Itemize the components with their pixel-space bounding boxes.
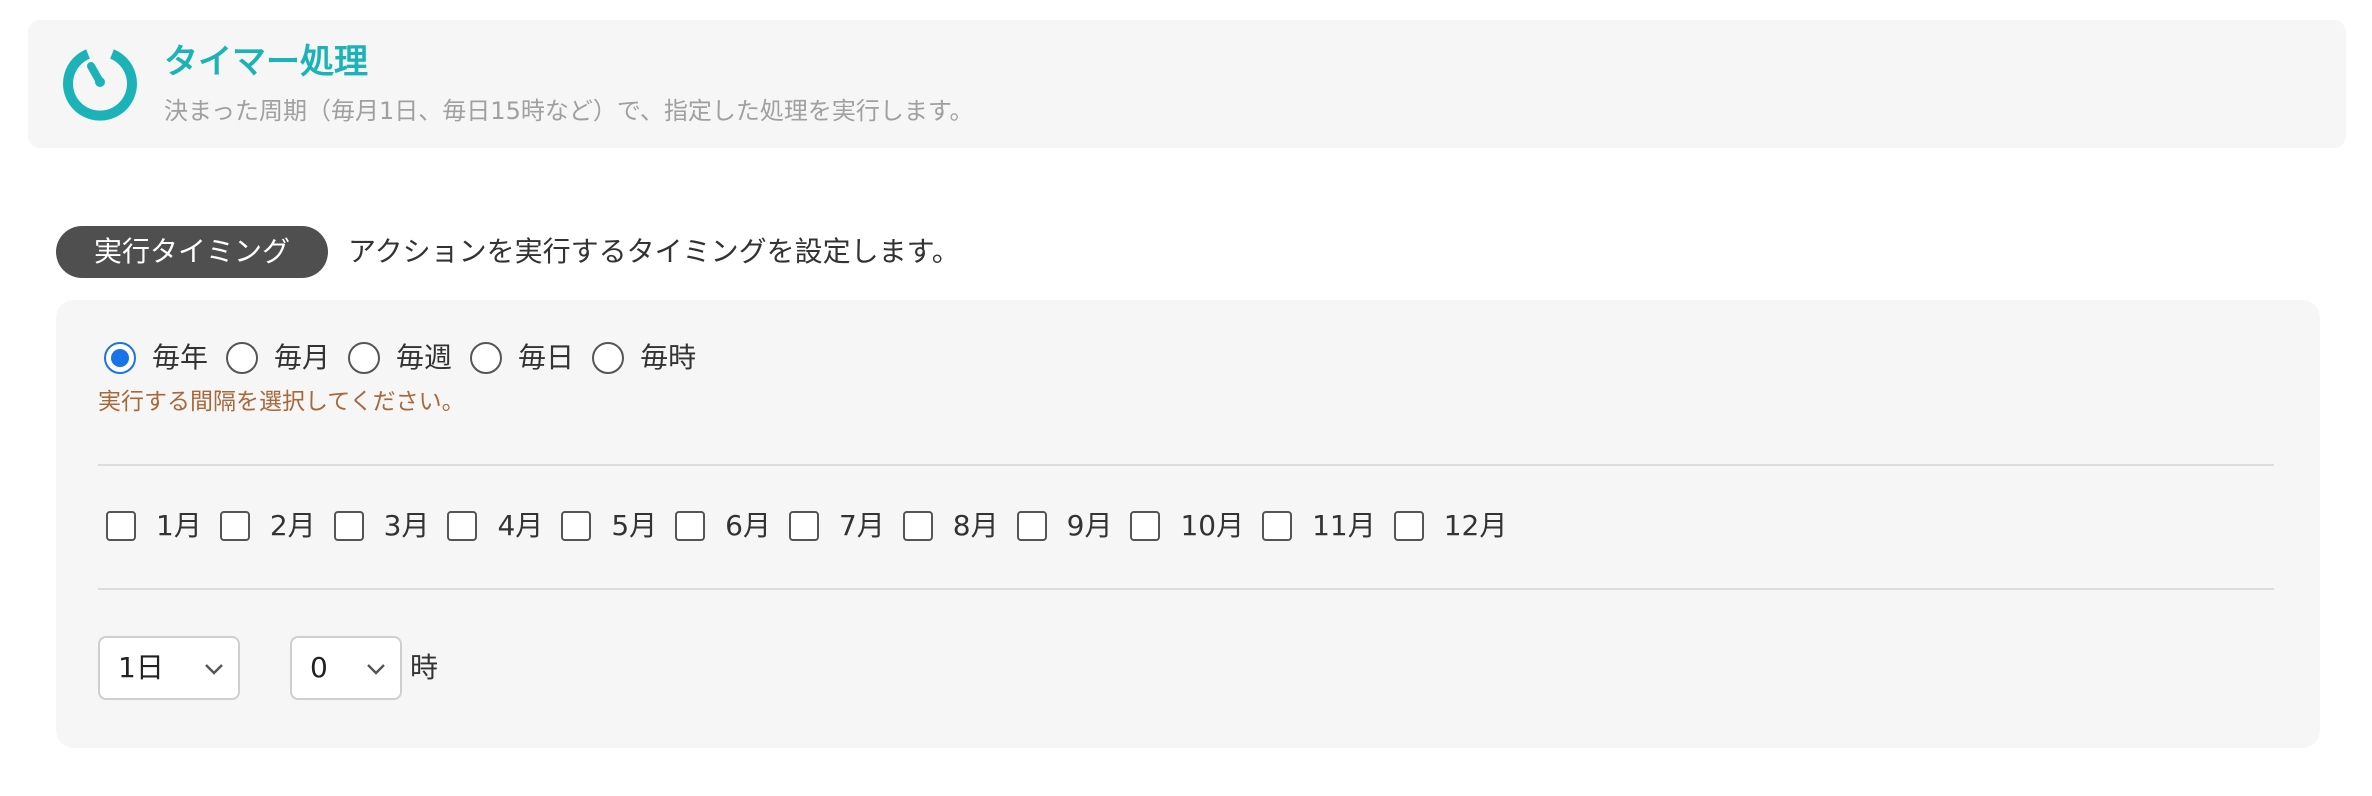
checkbox[interactable] <box>106 511 136 541</box>
checkbox[interactable] <box>902 511 933 541</box>
checkbox[interactable] <box>333 511 364 541</box>
timing-section-badge: 実行タイミング <box>56 226 328 278</box>
radio-button[interactable] <box>592 342 625 374</box>
month-checkbox-3[interactable]: 3月 <box>333 506 430 546</box>
hour-select-value: 0 <box>310 651 328 684</box>
hour-unit-label: 時 <box>410 651 439 684</box>
month-label: 3月 <box>383 509 430 542</box>
timer-icon <box>63 49 137 121</box>
month-checkbox-11[interactable]: 11月 <box>1262 506 1376 546</box>
radio-yearly[interactable]: 毎年 <box>104 338 208 378</box>
month-label: 9月 <box>1066 509 1113 542</box>
month-checkbox-6[interactable]: 6月 <box>675 506 771 546</box>
month-checkbox-2[interactable]: 2月 <box>219 506 316 546</box>
day-select-value: 1日 <box>118 651 164 684</box>
timing-settings-panel: 毎年 毎月 毎週 毎日 毎時 実行する間隔を選択してください。 1月 2月 3月… <box>56 300 2320 748</box>
radio-label-monthly: 毎月 <box>274 341 331 374</box>
radio-label-daily: 毎日 <box>518 341 575 374</box>
checkbox[interactable] <box>1393 511 1424 541</box>
month-label: 11月 <box>1312 509 1376 542</box>
month-checkbox-8[interactable]: 8月 <box>902 506 999 546</box>
radio-button-checked[interactable] <box>104 342 136 374</box>
hour-select[interactable]: 0 <box>290 636 402 700</box>
day-select[interactable]: 1日 <box>98 636 240 700</box>
month-checkbox-9[interactable]: 9月 <box>1016 506 1113 546</box>
header-card: タイマー処理 決まった周期（毎月1日、毎日15時など）で、指定した処理を実行しま… <box>28 20 2346 148</box>
month-checkbox-5[interactable]: 5月 <box>561 506 657 546</box>
month-checkbox-group: 1月 2月 3月 4月 5月 6月 7月 8月 9月 10月 11月 12月 <box>106 506 1525 546</box>
checkbox[interactable] <box>675 511 706 541</box>
divider <box>98 588 2274 590</box>
checkbox[interactable] <box>447 511 478 541</box>
chevron-down-icon <box>205 664 223 675</box>
page-title: タイマー処理 <box>164 42 368 82</box>
radio-hourly[interactable]: 毎時 <box>592 338 696 378</box>
month-label: 8月 <box>952 509 999 542</box>
checkbox[interactable] <box>1130 511 1161 541</box>
month-label: 2月 <box>269 509 316 542</box>
divider <box>98 464 2274 466</box>
radio-button[interactable] <box>226 342 259 374</box>
chevron-down-icon <box>367 664 385 675</box>
timing-section-description: アクションを実行するタイミングを設定します。 <box>348 235 960 268</box>
checkbox[interactable] <box>561 511 592 541</box>
month-label: 10月 <box>1180 509 1245 542</box>
month-label: 4月 <box>497 509 544 542</box>
checkbox[interactable] <box>1262 511 1293 541</box>
month-checkbox-10[interactable]: 10月 <box>1130 506 1244 546</box>
month-checkbox-4[interactable]: 4月 <box>447 506 543 546</box>
radio-monthly[interactable]: 毎月 <box>226 338 330 378</box>
month-label: 6月 <box>725 509 771 542</box>
month-label: 5月 <box>611 509 658 542</box>
radio-button[interactable] <box>470 342 503 374</box>
page-description: 決まった周期（毎月1日、毎日15時など）で、指定した処理を実行します。 <box>164 97 974 125</box>
checkbox[interactable] <box>788 511 819 541</box>
checkbox[interactable] <box>1016 511 1047 541</box>
interval-hint: 実行する間隔を選択してください。 <box>98 389 465 415</box>
radio-button[interactable] <box>348 342 381 374</box>
interval-radio-group: 毎年 毎月 毎週 毎日 毎時 <box>104 338 714 378</box>
month-label: 12月 <box>1443 509 1508 542</box>
month-checkbox-12[interactable]: 12月 <box>1393 506 1508 546</box>
month-label: 1月 <box>156 509 202 542</box>
radio-weekly[interactable]: 毎週 <box>348 338 452 378</box>
radio-label-weekly: 毎週 <box>396 341 453 374</box>
month-label: 7月 <box>838 509 885 542</box>
month-checkbox-7[interactable]: 7月 <box>788 506 885 546</box>
radio-label-yearly: 毎年 <box>152 341 209 374</box>
checkbox[interactable] <box>219 511 250 541</box>
radio-label-hourly: 毎時 <box>640 341 697 374</box>
month-checkbox-1[interactable]: 1月 <box>106 506 202 546</box>
radio-daily[interactable]: 毎日 <box>470 338 574 378</box>
